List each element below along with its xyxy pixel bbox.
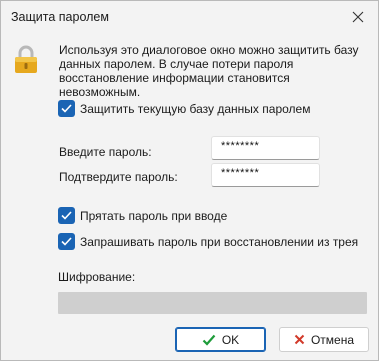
password-field[interactable]: ******** bbox=[211, 136, 320, 160]
hide-password-label[interactable]: Прятать пароль при вводе bbox=[80, 209, 227, 223]
encryption-label: Шифрование: bbox=[58, 270, 136, 284]
lock-icon bbox=[15, 45, 37, 73]
checkmark-icon bbox=[61, 211, 72, 220]
close-icon bbox=[352, 11, 364, 23]
cancel-button[interactable]: Отмена bbox=[279, 327, 369, 352]
close-button[interactable] bbox=[338, 1, 378, 33]
ask-password-tray-checkbox[interactable] bbox=[58, 233, 75, 250]
title-bar: Защита паролем bbox=[1, 1, 378, 34]
checkmark-icon bbox=[61, 237, 72, 246]
description-text: Используя это диалоговое окно можно защи… bbox=[59, 43, 359, 99]
checkmark-icon bbox=[202, 334, 216, 346]
cancel-button-label: Отмена bbox=[310, 332, 355, 347]
ok-button[interactable]: OK bbox=[175, 327, 266, 352]
window-title: Защита паролем bbox=[11, 10, 109, 24]
ok-button-label: OK bbox=[221, 332, 240, 347]
encryption-select[interactable] bbox=[58, 292, 367, 314]
ask-password-tray-label[interactable]: Запрашивать пароль при восстановлении из… bbox=[80, 235, 358, 249]
x-icon bbox=[294, 334, 305, 345]
protect-database-checkbox[interactable] bbox=[58, 100, 75, 117]
confirm-password-label: Подтвердите пароль: bbox=[59, 170, 178, 184]
confirm-password-field[interactable]: ******** bbox=[211, 163, 320, 187]
protect-database-label[interactable]: Защитить текущую базу данных паролем bbox=[80, 102, 310, 116]
checkmark-icon bbox=[61, 104, 72, 113]
password-protection-dialog: Защита паролем Используя это диалоговое … bbox=[0, 0, 379, 361]
password-label: Введите пароль: bbox=[59, 145, 152, 159]
hide-password-checkbox[interactable] bbox=[58, 207, 75, 224]
